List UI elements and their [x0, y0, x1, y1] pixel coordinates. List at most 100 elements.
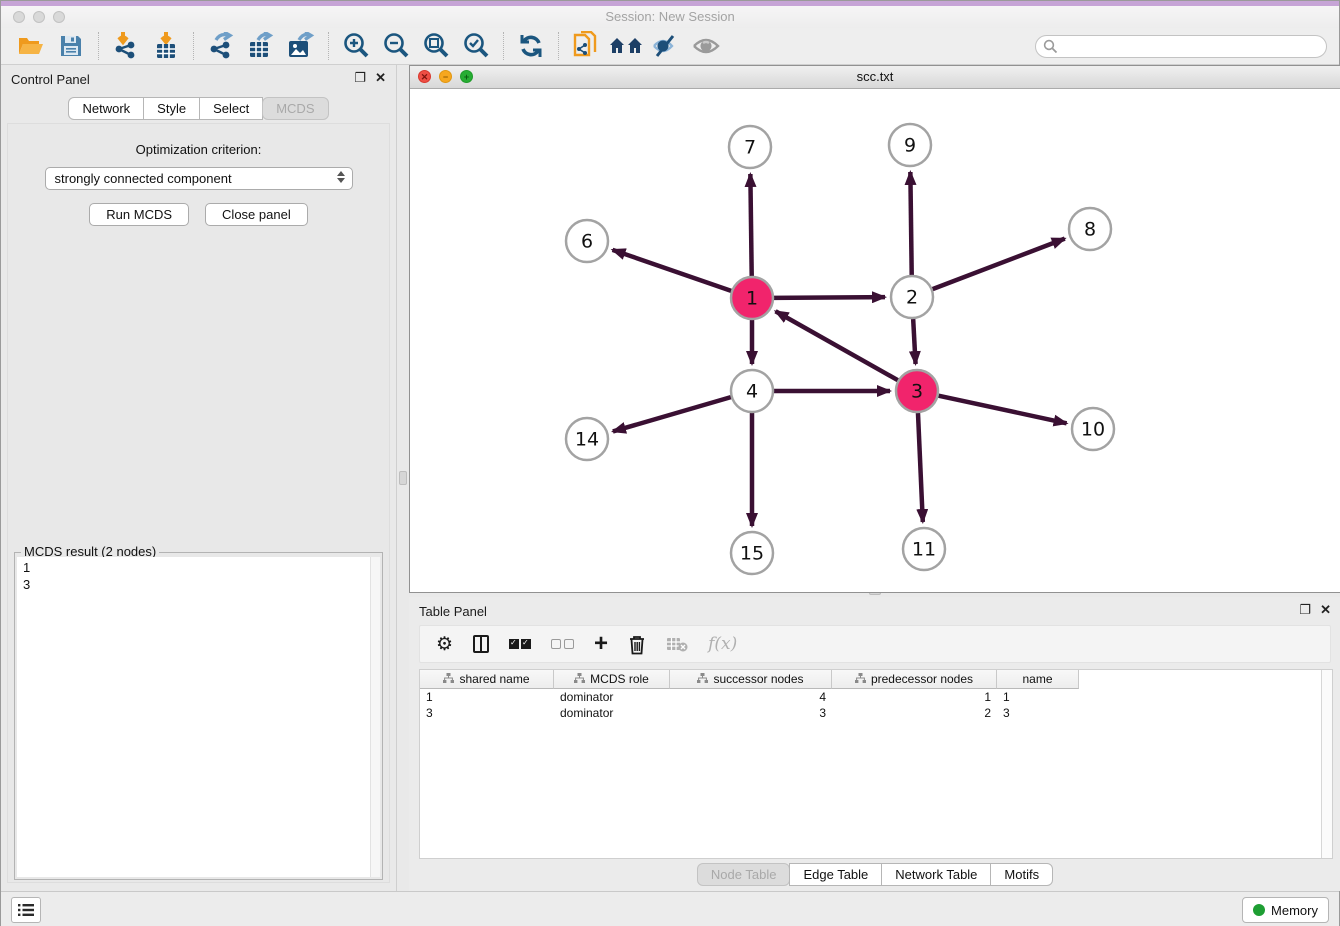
- gear-icon[interactable]: ⚙: [436, 635, 453, 654]
- svg-text:15: 15: [740, 543, 764, 565]
- zoom-fit-icon[interactable]: [419, 31, 453, 61]
- function-builder-icon[interactable]: f(x): [708, 634, 737, 654]
- table-cell[interactable]: 1: [832, 689, 997, 705]
- table-cell[interactable]: 3: [670, 705, 832, 721]
- result-scrollbar[interactable]: [370, 557, 380, 877]
- table-cell[interactable]: 1: [997, 689, 1079, 705]
- edge-3-10[interactable]: [939, 396, 1067, 424]
- column-header-shared-name[interactable]: shared name: [420, 670, 554, 689]
- table-panel-title: Table Panel: [419, 604, 487, 619]
- table-cell[interactable]: 3: [997, 705, 1079, 721]
- close-panel-icon[interactable]: ✕: [375, 70, 386, 86]
- open-file-icon[interactable]: [14, 31, 48, 61]
- vertical-splitter[interactable]: [397, 65, 409, 891]
- graph-node-10[interactable]: 10: [1072, 408, 1114, 450]
- close-panel-icon[interactable]: ✕: [1320, 602, 1331, 618]
- float-panel-icon[interactable]: ❐: [1299, 602, 1311, 618]
- tab-select[interactable]: Select: [199, 97, 263, 120]
- table-panel: Table Panel ❐ ✕ ⚙ + f(x) shared nameMCDS…: [409, 597, 1340, 891]
- memory-button[interactable]: Memory: [1242, 897, 1329, 923]
- network-canvas[interactable]: 1 2 3 4 6 7 8 9 10 11 14 15: [410, 89, 1340, 592]
- graph-node-11[interactable]: 11: [903, 528, 945, 570]
- tab-mcds[interactable]: MCDS: [262, 97, 328, 120]
- graph-node-4[interactable]: 4: [731, 370, 773, 412]
- run-mcds-button[interactable]: Run MCDS: [89, 203, 189, 226]
- tab-node-table[interactable]: Node Table: [697, 863, 791, 886]
- edge-1-6[interactable]: [613, 250, 732, 291]
- edge-2-9[interactable]: [910, 172, 911, 275]
- table-scrollbar[interactable]: [1321, 670, 1332, 858]
- edge-3-11[interactable]: [918, 413, 923, 522]
- task-history-button[interactable]: [11, 897, 41, 923]
- network-window-titlebar[interactable]: ✕ − + scc.txt: [410, 66, 1340, 89]
- main-toolbar: [1, 28, 1339, 65]
- hide-selected-icon[interactable]: [649, 31, 683, 61]
- search-input[interactable]: [1035, 35, 1327, 58]
- import-network-icon[interactable]: [109, 31, 143, 61]
- search-field-wrap: [1035, 35, 1327, 58]
- zoom-out-icon[interactable]: [379, 31, 413, 61]
- table-cell[interactable]: 4: [670, 689, 832, 705]
- first-neighbors-icon[interactable]: [609, 31, 643, 61]
- zoom-selected-icon[interactable]: [459, 31, 493, 61]
- table-cell[interactable]: 1: [420, 689, 554, 705]
- tree-sort-icon: [574, 672, 585, 686]
- splitter-grip[interactable]: [399, 471, 407, 485]
- table-row[interactable]: 1dominator411: [420, 689, 1332, 705]
- show-all-icon[interactable]: [689, 31, 723, 61]
- control-panel-title: Control Panel: [11, 72, 90, 87]
- tree-sort-icon: [697, 672, 708, 686]
- column-header-name[interactable]: name: [997, 670, 1079, 689]
- criterion-dropdown-value: strongly connected component: [55, 171, 232, 186]
- graph-node-1[interactable]: 1: [731, 277, 773, 319]
- table-cell[interactable]: 2: [832, 705, 997, 721]
- edge-1-2[interactable]: [774, 297, 885, 298]
- column-header-successor-nodes[interactable]: successor nodes: [670, 670, 832, 689]
- graph-node-8[interactable]: 8: [1069, 208, 1111, 250]
- tab-motifs[interactable]: Motifs: [990, 863, 1053, 886]
- zoom-in-icon[interactable]: [339, 31, 373, 61]
- float-panel-icon[interactable]: ❐: [354, 70, 366, 86]
- table-cell[interactable]: 3: [420, 705, 554, 721]
- tab-network-table[interactable]: Network Table: [881, 863, 991, 886]
- import-table-icon[interactable]: [149, 31, 183, 61]
- toolbar-separator: [328, 32, 329, 60]
- clone-network-icon[interactable]: [569, 31, 603, 61]
- edge-4-14[interactable]: [613, 397, 731, 431]
- refresh-icon[interactable]: [514, 31, 548, 61]
- tab-edge-table[interactable]: Edge Table: [789, 863, 882, 886]
- column-header-predecessor-nodes[interactable]: predecessor nodes: [832, 670, 997, 689]
- export-image-icon[interactable]: [284, 31, 318, 61]
- split-columns-icon[interactable]: [473, 635, 489, 653]
- edge-2-8[interactable]: [933, 239, 1065, 290]
- edge-3-1[interactable]: [776, 311, 898, 380]
- export-network-icon[interactable]: [204, 31, 238, 61]
- edge-1-7[interactable]: [750, 174, 751, 276]
- graph-node-3[interactable]: 3: [896, 370, 938, 412]
- column-header-MCDS-role[interactable]: MCDS role: [554, 670, 670, 689]
- graph-node-15[interactable]: 15: [731, 532, 773, 574]
- memory-label: Memory: [1271, 903, 1318, 918]
- graph-node-7[interactable]: 7: [729, 126, 771, 168]
- criterion-dropdown[interactable]: strongly connected component: [45, 167, 353, 190]
- table-row[interactable]: 3dominator323: [420, 705, 1332, 721]
- save-session-icon[interactable]: [54, 31, 88, 61]
- deselect-all-icon[interactable]: [551, 639, 574, 649]
- graph-node-9[interactable]: 9: [889, 124, 931, 166]
- graph-node-2[interactable]: 2: [891, 276, 933, 318]
- mcds-result-area[interactable]: 1 3: [17, 557, 380, 877]
- edge-2-3[interactable]: [913, 319, 915, 364]
- graph-node-6[interactable]: 6: [566, 220, 608, 262]
- graph-node-14[interactable]: 14: [566, 418, 608, 460]
- tab-style[interactable]: Style: [143, 97, 200, 120]
- table-cell[interactable]: dominator: [554, 705, 670, 721]
- export-table-icon[interactable]: [244, 31, 278, 61]
- close-panel-button[interactable]: Close panel: [205, 203, 308, 226]
- delete-icon[interactable]: [628, 634, 646, 655]
- table-cell[interactable]: dominator: [554, 689, 670, 705]
- select-all-icon[interactable]: [509, 639, 531, 649]
- add-column-icon[interactable]: +: [594, 634, 608, 654]
- delete-table-icon[interactable]: [666, 636, 688, 652]
- tab-network[interactable]: Network: [68, 97, 144, 120]
- memory-status-icon: [1253, 904, 1265, 916]
